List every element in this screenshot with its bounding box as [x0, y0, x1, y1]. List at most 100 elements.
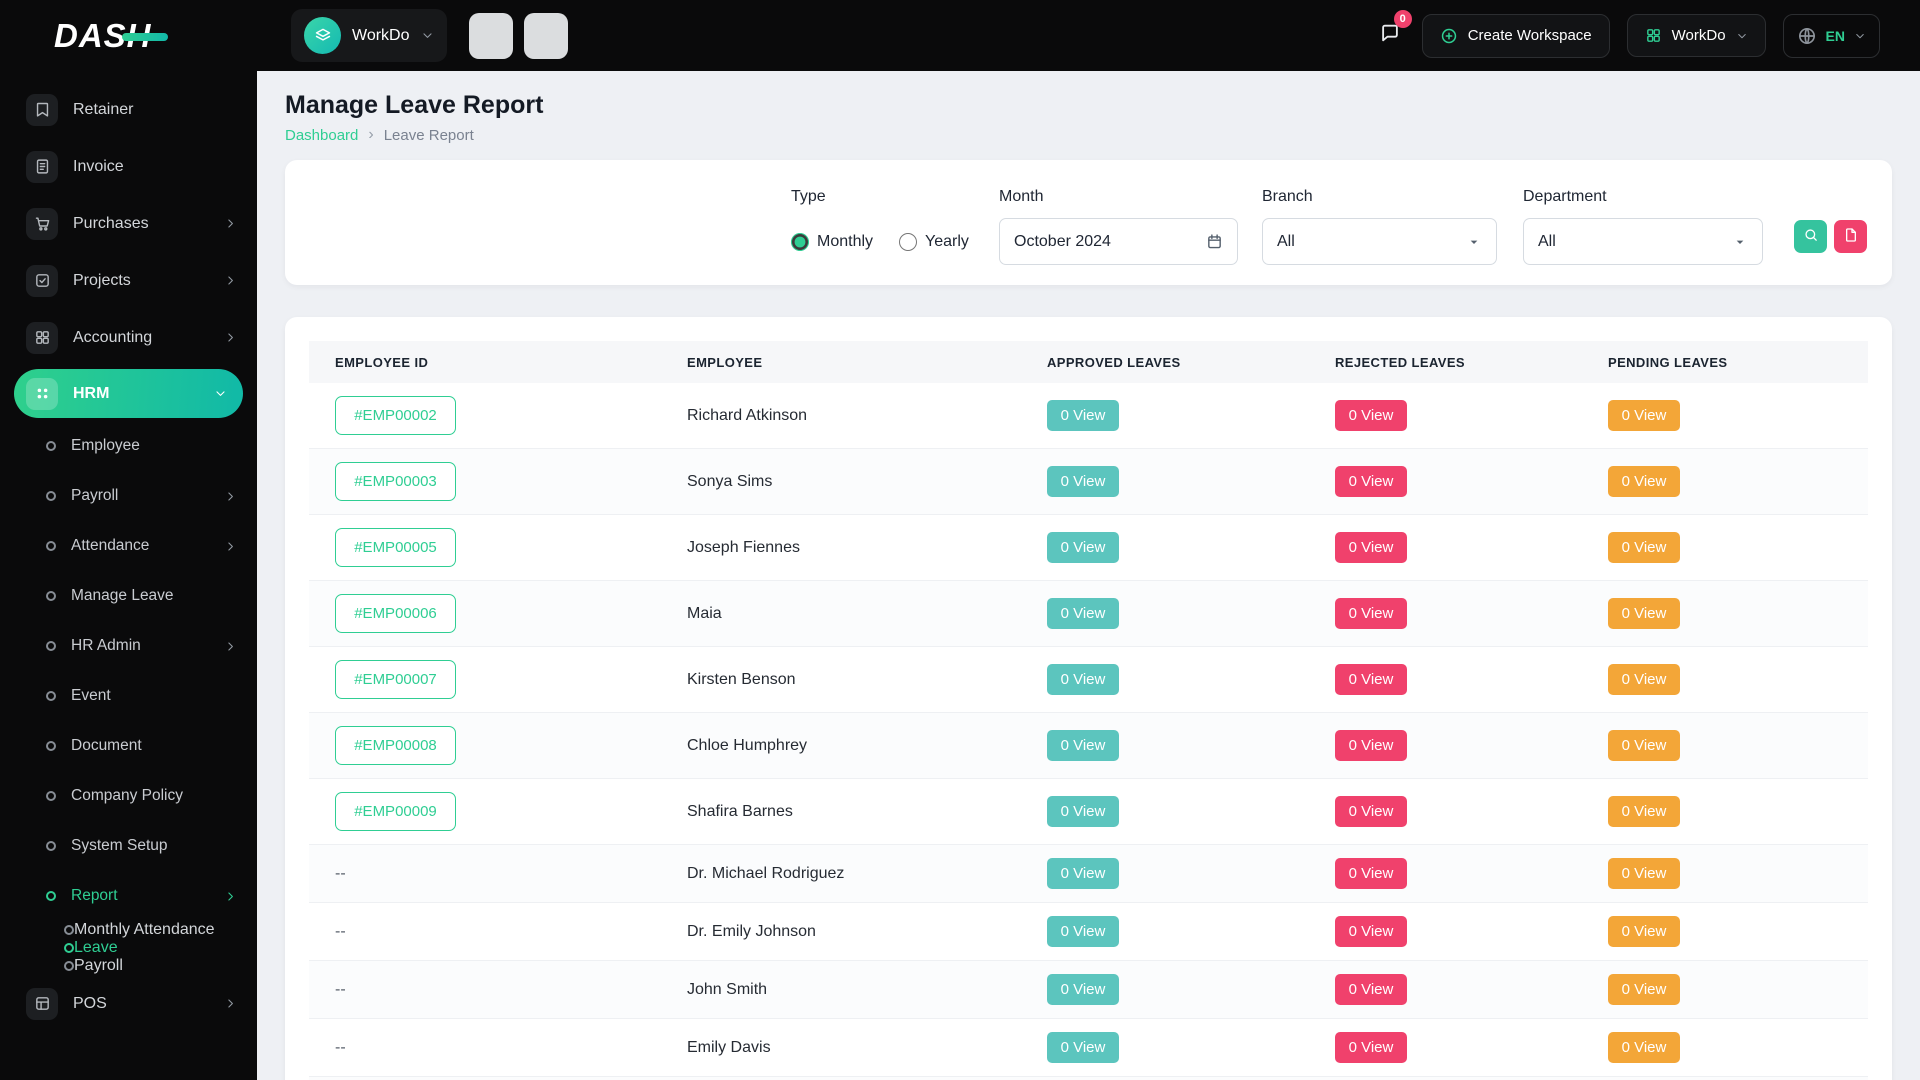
export-button[interactable]: [1834, 220, 1867, 253]
pending-leaves-button[interactable]: 0 View: [1608, 532, 1680, 563]
workspace-avatar-icon: [304, 17, 341, 54]
pending-leaves-button[interactable]: 0 View: [1608, 974, 1680, 1005]
sidebar: RetainerInvoicePurchasesProjectsAccounti…: [0, 71, 257, 1080]
rejected-leaves-button[interactable]: 0 View: [1335, 1032, 1407, 1063]
month-input[interactable]: October 2024: [999, 218, 1238, 265]
pending-leaves-button[interactable]: 0 View: [1608, 858, 1680, 889]
sidebar-item-payroll[interactable]: Payroll: [0, 957, 257, 975]
sidebar-item-label: HRM: [73, 385, 109, 403]
rejected-leaves-button[interactable]: 0 View: [1335, 796, 1407, 827]
sidebar-item-company-policy[interactable]: Company Policy: [0, 771, 257, 821]
filter-card: Type Monthly Yearly Month October 2024 B…: [285, 160, 1892, 285]
approved-leaves-button[interactable]: 0 View: [1047, 1032, 1119, 1063]
rejected-leaves-button[interactable]: 0 View: [1335, 400, 1407, 431]
department-select[interactable]: All: [1523, 218, 1763, 265]
employee-cell: Joseph Fiennes: [661, 515, 1021, 581]
monthly-radio[interactable]: [791, 233, 809, 251]
column-header-employee-id: Employee ID: [309, 341, 661, 383]
approved-leaves-button[interactable]: 0 View: [1047, 796, 1119, 827]
pending-leaves-button[interactable]: 0 View: [1608, 916, 1680, 947]
rejected-leaves-button[interactable]: 0 View: [1335, 466, 1407, 497]
table-header-row: Employee IDEmployeeApproved LeavesReject…: [309, 341, 1868, 383]
employee-id-cell: #EMP00006: [309, 581, 661, 647]
employee-id-badge[interactable]: #EMP00003: [335, 462, 456, 501]
sidebar-item-label: Document: [71, 737, 142, 755]
topbar-shortcut-button[interactable]: [524, 13, 568, 59]
pending-leaves-button[interactable]: 0 View: [1608, 730, 1680, 761]
pending-leaves-button[interactable]: 0 View: [1608, 598, 1680, 629]
approved-leaves-button[interactable]: 0 View: [1047, 466, 1119, 497]
yearly-radio-option[interactable]: Yearly: [899, 233, 969, 251]
approved-leaves-button[interactable]: 0 View: [1047, 974, 1119, 1005]
sidebar-item-system-setup[interactable]: System Setup: [0, 821, 257, 871]
breadcrumb-dashboard-link[interactable]: Dashboard: [285, 127, 358, 144]
branch-select[interactable]: All: [1262, 218, 1497, 265]
rejected-leaves-button[interactable]: 0 View: [1335, 730, 1407, 761]
messages-button[interactable]: 0: [1375, 18, 1405, 53]
sidebar-item-leave[interactable]: Leave: [0, 939, 257, 957]
create-workspace-button[interactable]: Create Workspace: [1422, 14, 1610, 58]
pending-leaves-button[interactable]: 0 View: [1608, 466, 1680, 497]
approved-leaves-button[interactable]: 0 View: [1047, 664, 1119, 695]
approved-leaves-button[interactable]: 0 View: [1047, 598, 1119, 629]
rejected-leaves-button[interactable]: 0 View: [1335, 974, 1407, 1005]
employee-id-badge[interactable]: #EMP00005: [335, 528, 456, 567]
employee-name: Dr. Michael Rodriguez: [687, 865, 844, 882]
app-logo[interactable]: DASH: [54, 17, 152, 55]
pending-leaves-button[interactable]: 0 View: [1608, 664, 1680, 695]
approved-leaves-button[interactable]: 0 View: [1047, 858, 1119, 889]
search-button[interactable]: [1794, 220, 1827, 253]
sidebar-item-payroll[interactable]: Payroll: [0, 471, 257, 521]
pending-leaves-button[interactable]: 0 View: [1608, 400, 1680, 431]
sidebar-item-hr-admin[interactable]: HR Admin: [0, 621, 257, 671]
approved-leaves-button[interactable]: 0 View: [1047, 532, 1119, 563]
rejected-leaves-button[interactable]: 0 View: [1335, 916, 1407, 947]
language-selector[interactable]: EN: [1783, 14, 1880, 58]
employee-id-badge[interactable]: #EMP00002: [335, 396, 456, 435]
pending-leaves-button[interactable]: 0 View: [1608, 796, 1680, 827]
sidebar-item-hrm[interactable]: HRM: [14, 369, 243, 418]
sidebar-item-pos[interactable]: POS: [0, 975, 257, 1032]
employee-id-badge[interactable]: #EMP00007: [335, 660, 456, 699]
monthly-radio-option[interactable]: Monthly: [791, 233, 873, 251]
workdo-menu-button[interactable]: WorkDo: [1627, 14, 1766, 57]
monthly-radio-label: Monthly: [817, 233, 873, 251]
employee-id-badge[interactable]: #EMP00009: [335, 792, 456, 831]
sidebar-item-projects[interactable]: Projects: [0, 252, 257, 309]
chevron-right-icon: [224, 217, 237, 230]
pending-leaves-cell: 0 View: [1582, 515, 1868, 581]
sidebar-item-monthly-attendance[interactable]: Monthly Attendance: [0, 921, 257, 939]
sidebar-item-attendance[interactable]: Attendance: [0, 521, 257, 571]
rejected-leaves-button[interactable]: 0 View: [1335, 858, 1407, 889]
workspace-selector[interactable]: WorkDo: [291, 9, 447, 62]
sidebar-item-employee[interactable]: Employee: [0, 421, 257, 471]
approved-leaves-button[interactable]: 0 View: [1047, 916, 1119, 947]
sidebar-item-invoice[interactable]: Invoice: [0, 138, 257, 195]
rejected-leaves-button[interactable]: 0 View: [1335, 532, 1407, 563]
month-label: Month: [999, 188, 1043, 206]
pending-leaves-cell: 0 View: [1582, 845, 1868, 903]
employee-id-badge[interactable]: #EMP00006: [335, 594, 456, 633]
bullet-icon: [64, 925, 74, 935]
yearly-radio[interactable]: [899, 233, 917, 251]
approved-leaves-button[interactable]: 0 View: [1047, 730, 1119, 761]
pending-leaves-cell: 0 View: [1582, 961, 1868, 1019]
sidebar-item-retainer[interactable]: Retainer: [0, 81, 257, 138]
pending-leaves-button[interactable]: 0 View: [1608, 1032, 1680, 1063]
rejected-leaves-button[interactable]: 0 View: [1335, 598, 1407, 629]
sidebar-item-accounting[interactable]: Accounting: [0, 309, 257, 366]
sidebar-item-manage-leave[interactable]: Manage Leave: [0, 571, 257, 621]
sidebar-item-report[interactable]: Report: [0, 871, 257, 921]
employee-id-cell: #EMP00002: [309, 383, 661, 449]
sidebar-item-purchases[interactable]: Purchases: [0, 195, 257, 252]
topbar-shortcut-button[interactable]: [469, 13, 513, 59]
employee-id-badge[interactable]: #EMP00008: [335, 726, 456, 765]
sidebar-item-document[interactable]: Document: [0, 721, 257, 771]
sidebar-item-event[interactable]: Event: [0, 671, 257, 721]
approved-leaves-button[interactable]: 0 View: [1047, 400, 1119, 431]
approved-leaves-cell: 0 View: [1021, 845, 1309, 903]
rejected-leaves-button[interactable]: 0 View: [1335, 664, 1407, 695]
sidebar-item-label: Manage Leave: [71, 587, 174, 605]
table-row: --John Smith0 View0 View0 View: [309, 961, 1868, 1019]
approved-leaves-cell: 0 View: [1021, 581, 1309, 647]
